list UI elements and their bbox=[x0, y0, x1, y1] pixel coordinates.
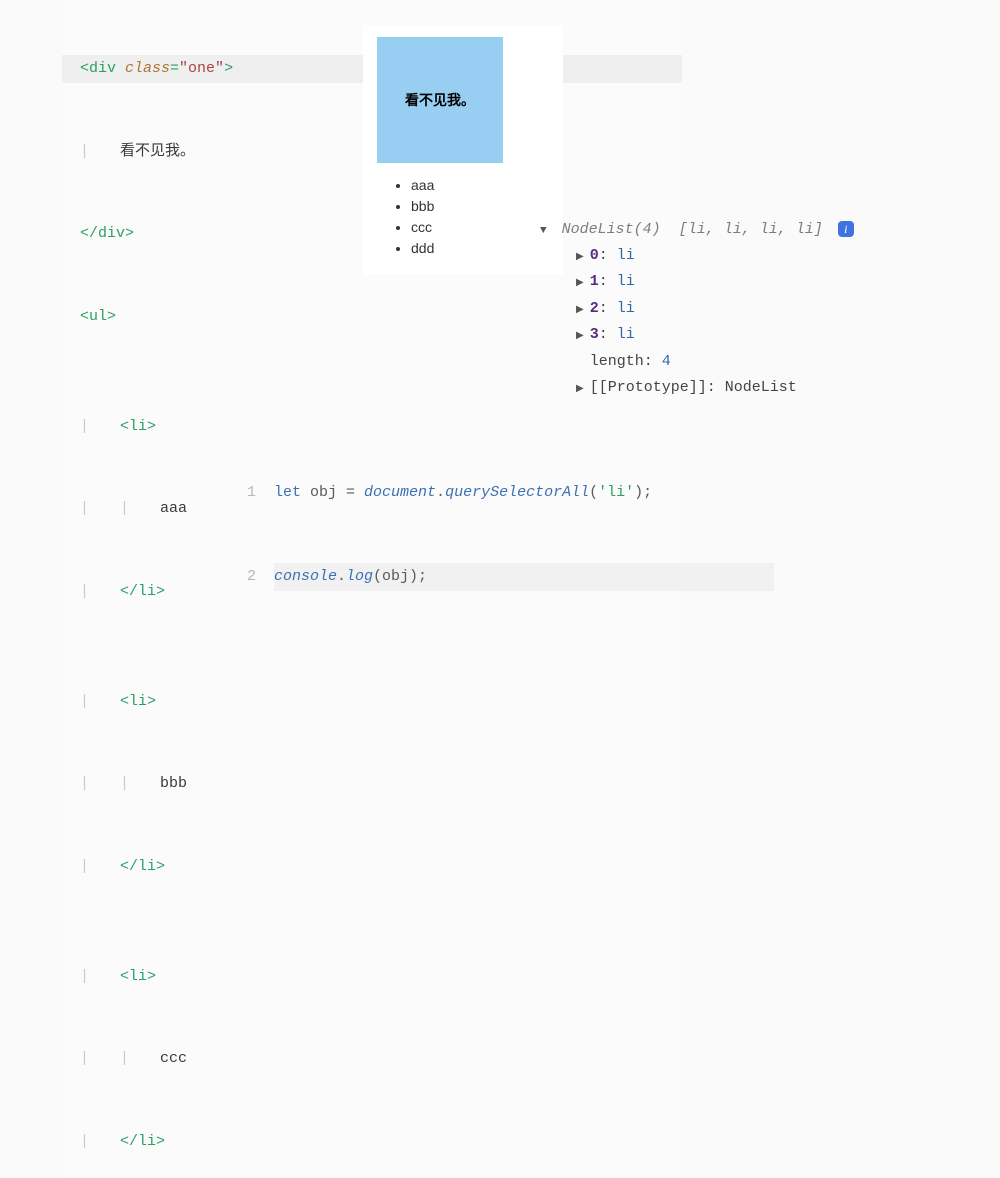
nodelist-entry[interactable]: 1: li bbox=[540, 270, 854, 297]
preview-box: 看不见我。 bbox=[377, 37, 503, 163]
list-item: ddd bbox=[411, 238, 549, 259]
expand-icon[interactable] bbox=[576, 379, 590, 396]
list-item: aaa bbox=[411, 175, 549, 196]
nodelist-entry[interactable]: 2: li bbox=[540, 297, 854, 324]
line-number: 1 bbox=[238, 479, 274, 507]
attr-name: class bbox=[125, 60, 170, 77]
rendered-preview: 看不见我。 aaa bbb ccc ddd bbox=[363, 25, 563, 275]
code-line: |</li> bbox=[62, 1128, 682, 1156]
attr-value: "one" bbox=[179, 60, 224, 77]
tag-open: <div bbox=[80, 60, 125, 77]
line-number: 2 bbox=[238, 563, 274, 591]
code-line: |<li> bbox=[62, 688, 682, 716]
code-line: |</li> bbox=[62, 853, 682, 881]
expand-icon[interactable] bbox=[576, 247, 590, 264]
text-content: 看不见我。 bbox=[120, 143, 195, 160]
list-item: bbb bbox=[411, 196, 549, 217]
preview-list: aaa bbb ccc ddd bbox=[377, 175, 549, 259]
code-line: 1let obj = document.querySelectorAll('li… bbox=[238, 479, 774, 507]
js-source-code: 1let obj = document.querySelectorAll('li… bbox=[238, 423, 774, 619]
nodelist-header[interactable]: NodeList(4) [li, li, li, li] i bbox=[540, 218, 854, 244]
expand-icon[interactable] bbox=[576, 273, 590, 290]
nodelist-prototype[interactable]: [[Prototype]]: NodeList bbox=[540, 376, 854, 403]
code-line: |<li> bbox=[62, 963, 682, 991]
code-line: ||bbb bbox=[62, 770, 682, 798]
code-line: ||ccc bbox=[62, 1045, 682, 1073]
nodelist-length: length: 4 bbox=[540, 350, 854, 377]
collapse-toggle-icon[interactable] bbox=[540, 221, 553, 238]
expand-icon[interactable] bbox=[576, 300, 590, 317]
info-icon[interactable]: i bbox=[838, 221, 854, 237]
devtools-console-output: NodeList(4) [li, li, li, li] i 0: li 1: … bbox=[540, 218, 854, 403]
nodelist-entry[interactable]: 3: li bbox=[540, 323, 854, 350]
code-line: 2console.log(obj); bbox=[238, 563, 774, 591]
list-item: ccc bbox=[411, 217, 549, 238]
preview-box-text: 看不见我。 bbox=[405, 90, 475, 110]
expand-icon[interactable] bbox=[576, 326, 590, 343]
nodelist-entry[interactable]: 0: li bbox=[540, 244, 854, 271]
